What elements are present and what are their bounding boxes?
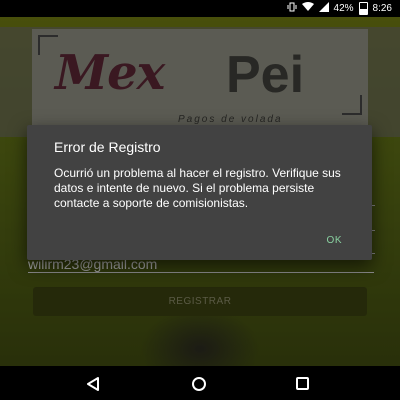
ok-button[interactable]: OK <box>327 235 342 246</box>
nav-bar <box>0 366 400 400</box>
status-bar: 42% 8:26 <box>0 0 400 17</box>
back-icon[interactable] <box>87 376 99 395</box>
signal-icon <box>318 2 329 15</box>
battery-icon <box>358 2 368 15</box>
dialog-message: Ocurrió un problema al hacer el registro… <box>54 166 341 210</box>
dialog-title: Error de Registro <box>54 139 161 155</box>
recents-icon[interactable] <box>296 377 309 390</box>
vibrate-icon <box>287 2 297 15</box>
error-dialog: Error de Registro Ocurrió un problema al… <box>27 125 372 260</box>
status-icons: 42% 8:26 <box>287 0 392 17</box>
battery-percent: 42% <box>333 3 354 14</box>
wifi-icon <box>301 2 314 15</box>
home-icon[interactable] <box>192 377 206 391</box>
status-time: 8:26 <box>372 3 392 14</box>
